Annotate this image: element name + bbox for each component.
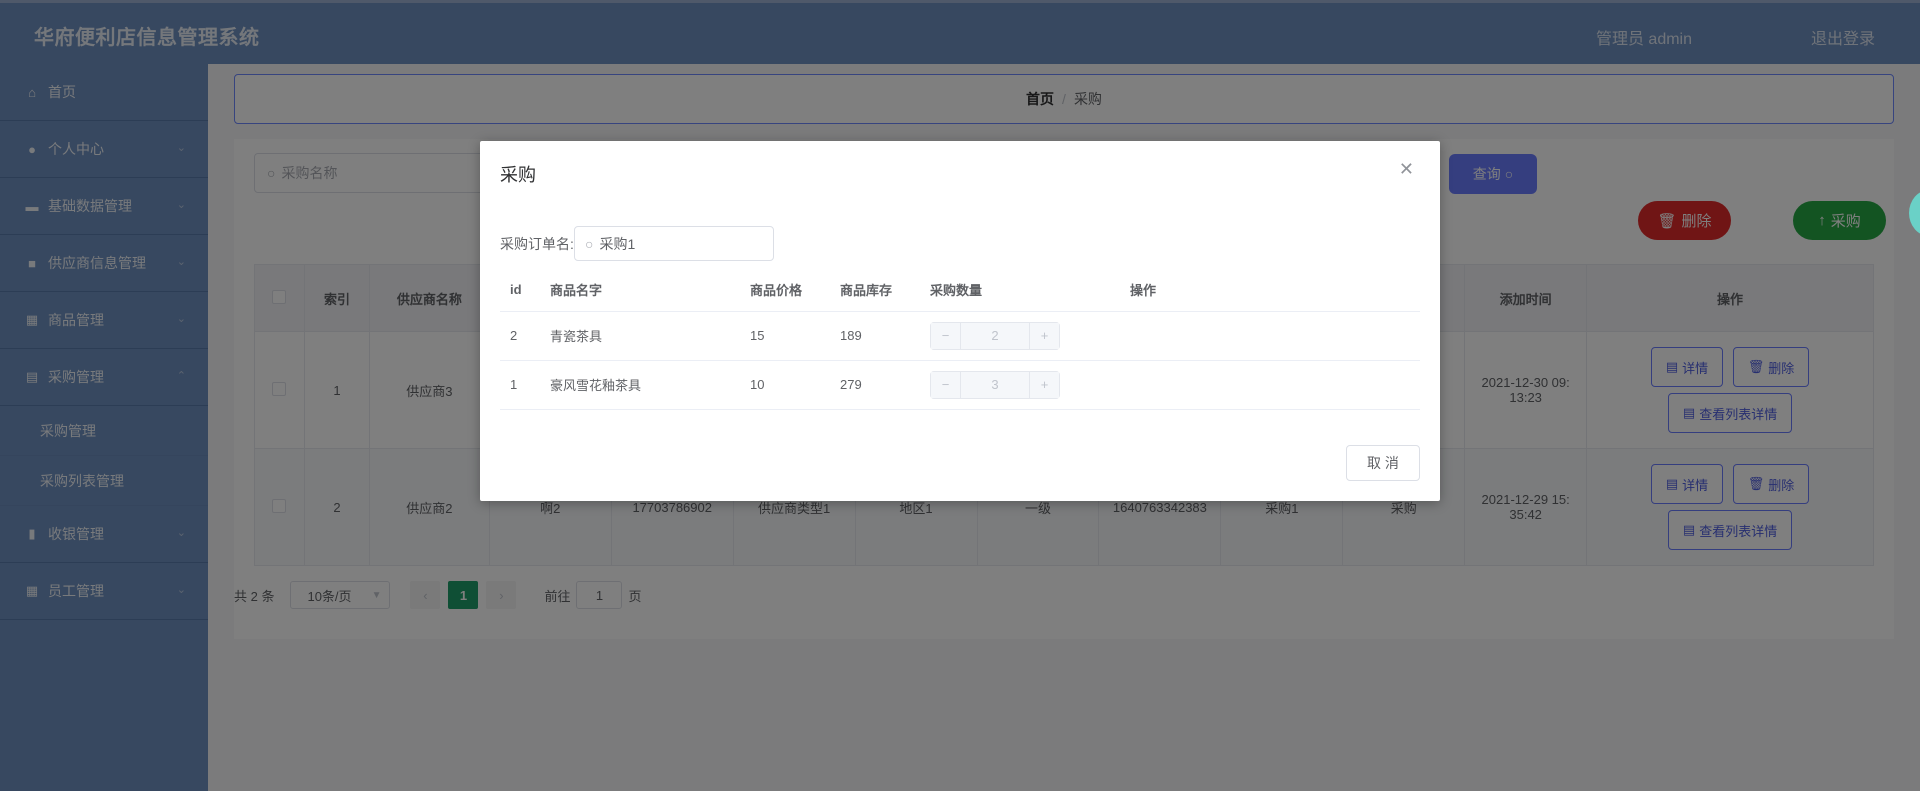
cell-actions: [1120, 311, 1420, 361]
cell-id: 1: [500, 360, 540, 410]
column-header: 操作: [1120, 269, 1420, 312]
minus-icon[interactable]: −: [931, 322, 961, 349]
cell-stock: 279: [830, 360, 920, 410]
cell-stock: 189: [830, 311, 920, 361]
quantity-value[interactable]: 2: [961, 323, 1029, 349]
close-icon[interactable]: ✕: [1399, 159, 1414, 180]
dialog-title: 采购: [500, 165, 536, 185]
cell-price: 15: [740, 311, 830, 361]
column-header: 商品库存: [830, 269, 920, 312]
purchase-dialog: 采购 ✕ 采购订单名: ○ 采购1 id 商品名字 商品价格 商品库存 采购数量…: [480, 141, 1440, 501]
minus-icon[interactable]: −: [931, 371, 961, 398]
cell-qty: − 3 +: [920, 360, 1120, 410]
quantity-stepper[interactable]: − 3 +: [930, 370, 1060, 399]
order-name-label: 采购订单名:: [500, 236, 574, 252]
column-header: 商品名字: [540, 269, 740, 312]
cell-id: 2: [500, 311, 540, 361]
quantity-stepper[interactable]: − 2 +: [930, 321, 1060, 350]
cell-qty: − 2 +: [920, 311, 1120, 361]
plus-icon[interactable]: +: [1029, 322, 1059, 349]
dialog-goods-table: id 商品名字 商品价格 商品库存 采购数量 操作 2 青瓷茶具 15 189 …: [500, 269, 1420, 410]
cell-price: 10: [740, 360, 830, 410]
order-name-field[interactable]: ○ 采购1: [574, 226, 774, 261]
quantity-value[interactable]: 3: [961, 372, 1029, 398]
search-icon: ○: [585, 235, 594, 252]
table-row: 1 豪风雪花釉茶具 10 279 − 3 +: [500, 360, 1420, 410]
dialog-table-header: id 商品名字 商品价格 商品库存 采购数量 操作: [500, 269, 1420, 312]
cell-actions: [1120, 360, 1420, 410]
column-header: 采购数量: [920, 269, 1120, 312]
column-header: 商品价格: [740, 269, 830, 312]
cell-goods-name: 青瓷茶具: [540, 311, 740, 361]
cancel-button[interactable]: 取 消: [1346, 445, 1420, 481]
column-header: id: [500, 269, 540, 312]
table-row: 2 青瓷茶具 15 189 − 2 +: [500, 311, 1420, 361]
plus-icon[interactable]: +: [1029, 371, 1059, 398]
cell-goods-name: 豪风雪花釉茶具: [540, 360, 740, 410]
order-name-value: 采购1: [599, 235, 636, 252]
